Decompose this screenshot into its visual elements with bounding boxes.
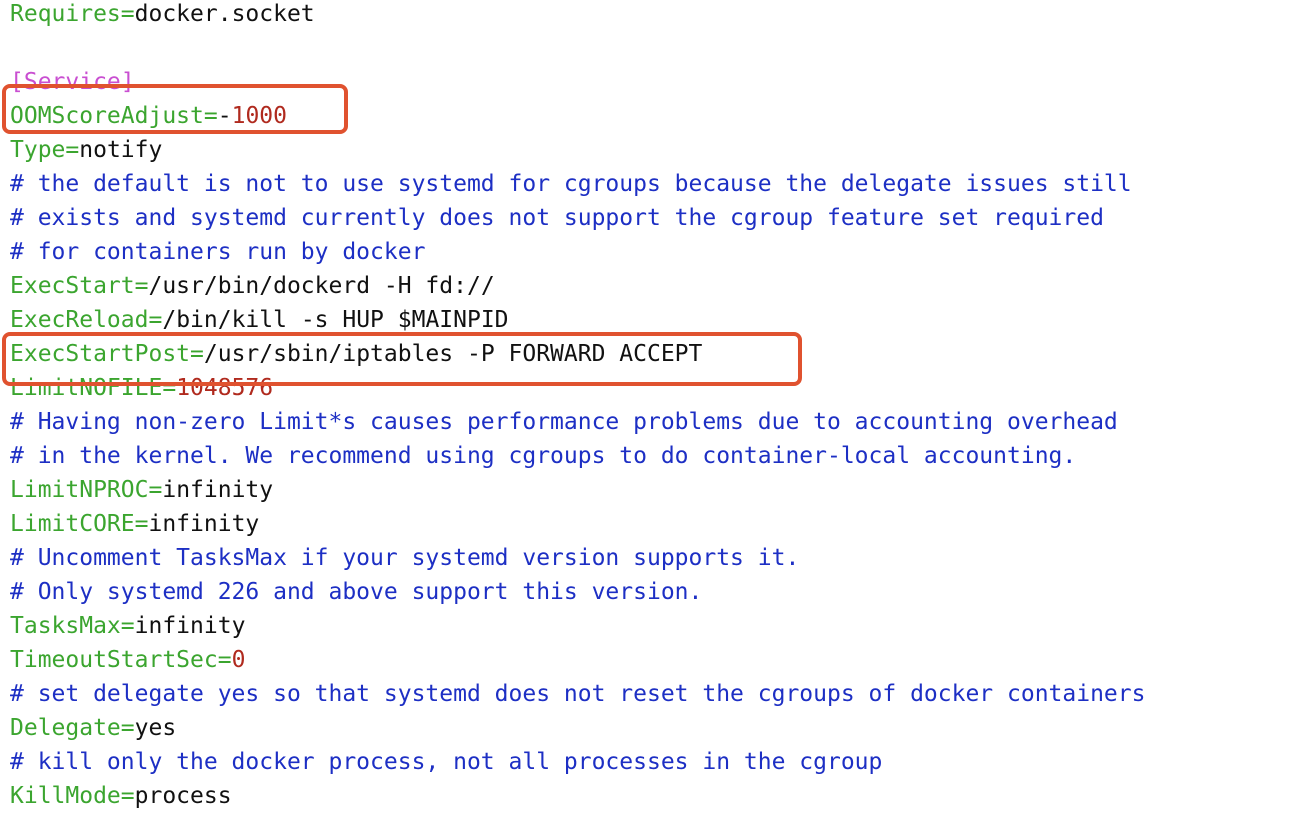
equals-sign: = (203, 103, 218, 129)
code-line: LimitNOFILE=1048576 (10, 371, 1310, 405)
code-line: Type=notify (10, 133, 1310, 167)
code-line: # set delegate yes so that systemd does … (10, 677, 1310, 711)
config-key: LimitCORE (10, 511, 135, 537)
config-value: /bin/kill -s HUP $MAINPID (162, 307, 509, 333)
code-line: Delegate=yes (10, 711, 1310, 745)
code-line: OOMScoreAdjust=-1000 (10, 99, 1310, 133)
config-value: /usr/bin/dockerd -H fd:// (148, 273, 495, 299)
code-line: TasksMax=infinity (10, 609, 1310, 643)
equals-sign: = (120, 715, 135, 741)
config-key: ExecStartPost (10, 341, 191, 367)
comment-text: # for containers run by docker (10, 239, 426, 265)
code-line: ExecStart=/usr/bin/dockerd -H fd:// (10, 269, 1310, 303)
config-value-digits: 1000 (231, 103, 287, 129)
code-line: ExecReload=/bin/kill -s HUP $MAINPID (10, 303, 1310, 337)
code-line: # exists and systemd currently does not … (10, 201, 1310, 235)
minus-sign: - (217, 103, 232, 129)
equals-sign: = (148, 477, 163, 503)
config-key: LimitNOFILE (10, 375, 163, 401)
equals-sign: = (217, 647, 232, 673)
equals-sign: = (120, 783, 135, 809)
config-key: TimeoutStartSec (10, 647, 218, 673)
code-line: # Having non-zero Limit*s causes perform… (10, 405, 1310, 439)
code-line: # in the kernel. We recommend using cgro… (10, 439, 1310, 473)
code-line: TimeoutStartSec=0 (10, 643, 1310, 677)
config-key: LimitNPROC (10, 477, 149, 503)
comment-text: # Only systemd 226 and above support thi… (10, 579, 703, 605)
config-value: infinity (134, 613, 246, 639)
code-line: # Only systemd 226 and above support thi… (10, 575, 1310, 609)
comment-text: # set delegate yes so that systemd does … (10, 681, 1146, 707)
code-line: KillMode=process (10, 779, 1310, 813)
equals-sign: = (134, 511, 149, 537)
comment-text: # the default is not to use systemd for … (10, 171, 1132, 197)
equals-sign: = (148, 307, 163, 333)
code-line: [Service] (10, 65, 1310, 99)
code-line: ExecStartPost=/usr/sbin/iptables -P FORW… (10, 337, 1310, 371)
config-value: docker.socket (134, 1, 315, 27)
comment-text: # Having non-zero Limit*s causes perform… (10, 409, 1118, 435)
config-key: OOMScoreAdjust (10, 103, 204, 129)
equals-sign: = (134, 273, 149, 299)
code-line: Requires=docker.socket (10, 0, 1310, 31)
code-line: # kill only the docker process, not all … (10, 745, 1310, 779)
config-value: yes (134, 715, 177, 741)
equals-sign: = (120, 1, 135, 27)
config-key: ExecStart (10, 273, 135, 299)
section-header: [Service] (10, 69, 135, 95)
config-value: notify (79, 137, 163, 163)
config-value: process (134, 783, 232, 809)
config-key: TasksMax (10, 613, 121, 639)
code-line: # the default is not to use systemd for … (10, 167, 1310, 201)
config-value: infinity (162, 477, 274, 503)
config-key: KillMode (10, 783, 121, 809)
code-line: LimitCORE=infinity (10, 507, 1310, 541)
config-key: ExecReload (10, 307, 149, 333)
code-line: # Uncomment TasksMax if your systemd ver… (10, 541, 1310, 575)
config-value: 0 (231, 647, 246, 673)
config-key: Requires (10, 1, 121, 27)
comment-text: # in the kernel. We recommend using cgro… (10, 443, 1077, 469)
config-key: Type (10, 137, 66, 163)
comment-text: # kill only the docker process, not all … (10, 749, 883, 775)
equals-sign: = (190, 341, 204, 367)
comment-text: # Uncomment TasksMax if your systemd ver… (10, 545, 800, 571)
equals-sign: = (65, 137, 80, 163)
config-file-editor[interactable]: Requires=docker.socket [Service] OOMScoreA… (10, 0, 1310, 813)
comment-text: # exists and systemd currently does not … (10, 205, 1104, 231)
config-key: Delegate (10, 715, 121, 741)
code-line: # for containers run by docker (10, 235, 1310, 269)
code-line: LimitNPROC=infinity (10, 473, 1310, 507)
equals-sign: = (120, 613, 135, 639)
config-value: 1048576 (176, 375, 274, 401)
equals-sign: = (162, 375, 177, 401)
config-value: /usr/sbin/iptables -P FORWARD ACCEPT (203, 341, 703, 367)
config-value: infinity (148, 511, 260, 537)
